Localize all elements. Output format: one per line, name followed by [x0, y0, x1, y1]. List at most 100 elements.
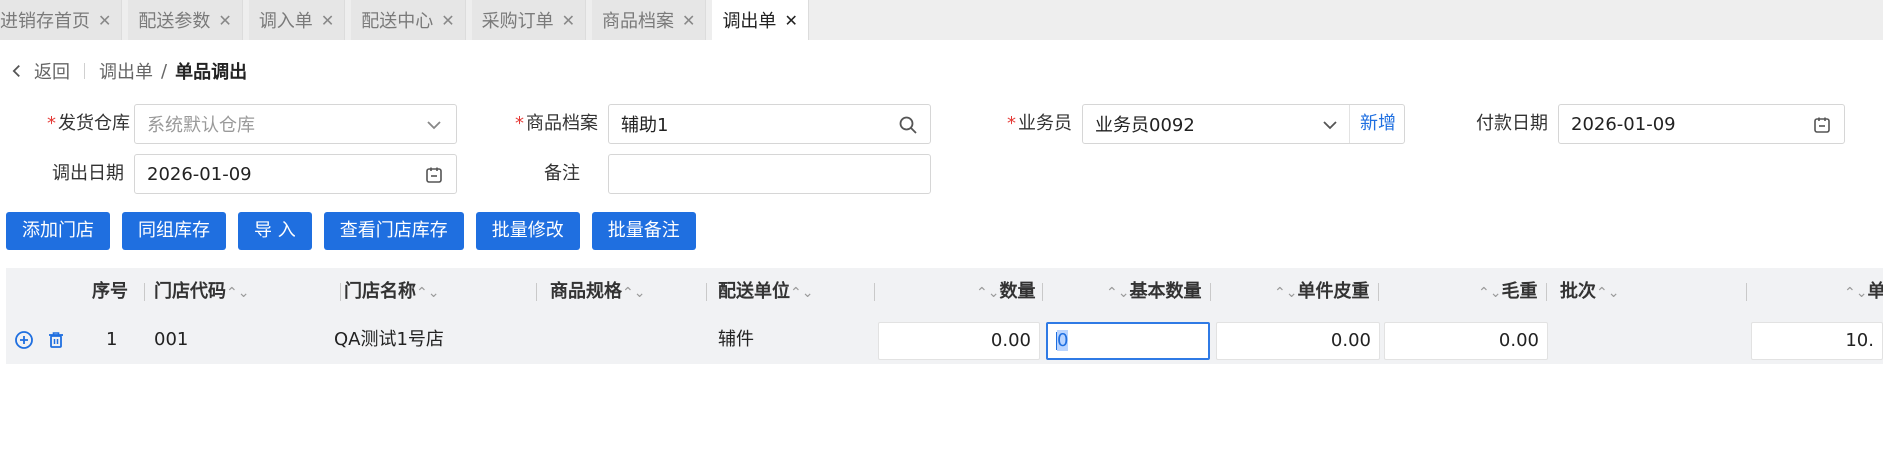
- salesman-value: 业务员0092: [1095, 115, 1195, 136]
- breadcrumb-current: 单品调出: [175, 62, 248, 83]
- back-link[interactable]: 返回: [34, 58, 70, 84]
- sort-icon[interactable]: ⌃⌄: [622, 285, 645, 301]
- col-qty[interactable]: ⌃⌄数量: [976, 268, 1035, 316]
- breadcrumb-parent[interactable]: 调出单: [99, 58, 153, 84]
- close-icon[interactable]: ✕: [441, 11, 454, 30]
- gross-input[interactable]: 0.00: [1384, 322, 1548, 360]
- out-date-picker[interactable]: 2026-01-09: [134, 154, 457, 194]
- tab-product-archive[interactable]: 商品档案 ✕: [592, 0, 707, 40]
- sort-icon[interactable]: ⌃⌄: [416, 285, 439, 301]
- sort-icon[interactable]: ⌃⌄: [1596, 285, 1619, 301]
- view-store-stock-button[interactable]: 查看门店库存: [323, 212, 464, 250]
- same-group-stock-button[interactable]: 同组库存: [122, 212, 226, 250]
- divider: [1378, 283, 1379, 301]
- tab-label: 调入单: [258, 11, 313, 32]
- required-mark: *: [1007, 113, 1016, 134]
- sort-icon[interactable]: ⌃⌄: [226, 285, 249, 301]
- tab-inventory-home[interactable]: 进销存首页 ✕: [0, 0, 123, 40]
- warehouse-select[interactable]: 系统默认仓库: [134, 104, 457, 144]
- col-batch[interactable]: 批次⌃⌄: [1560, 268, 1619, 316]
- pay-date-value: 2026-01-09: [1571, 113, 1676, 135]
- tab-transfer-in[interactable]: 调入单 ✕: [248, 0, 346, 40]
- col-base-qty[interactable]: ⌃⌄基本数量: [1106, 268, 1201, 316]
- divider: [536, 283, 537, 301]
- sort-icon[interactable]: ⌃⌄: [1274, 285, 1297, 301]
- cell-store-code: 001: [154, 329, 189, 350]
- qty-input[interactable]: 0.00: [878, 322, 1040, 360]
- remark-label: 备注: [544, 163, 580, 184]
- required-mark: *: [515, 113, 524, 134]
- col-store-code[interactable]: 门店代码⌃⌄: [154, 268, 249, 316]
- col-price[interactable]: ⌃⌄单: [1844, 268, 1883, 316]
- divider: [340, 283, 341, 301]
- chevron-down-icon: [427, 121, 441, 130]
- tare-input[interactable]: 0.00: [1216, 322, 1380, 360]
- col-seq: 序号: [92, 281, 128, 302]
- cell-unit: 辅件: [718, 329, 754, 350]
- cell-store-name: QA测试1号店: [334, 329, 444, 350]
- add-circle-icon[interactable]: [14, 330, 34, 350]
- calendar-icon[interactable]: [1812, 115, 1832, 135]
- store-table: 序号 门店代码⌃⌄ 门店名称⌃⌄ 商品规格⌃⌄ 配送单位⌃⌄ ⌃⌄数量 ⌃⌄基本…: [6, 268, 1883, 364]
- cell-seq: 1: [106, 329, 118, 350]
- close-icon[interactable]: ✕: [784, 11, 797, 30]
- breadcrumb-separator: /: [161, 60, 168, 82]
- warehouse-label: * 发货仓库: [47, 113, 130, 134]
- add-store-button[interactable]: 添加门店: [6, 212, 110, 250]
- salesman-select[interactable]: 业务员0092 新增: [1082, 104, 1405, 144]
- divider: [84, 63, 85, 79]
- tab-label: 调出单: [722, 11, 777, 32]
- tab-purchase-order[interactable]: 采购订单 ✕: [471, 0, 587, 40]
- calendar-icon[interactable]: [424, 165, 444, 185]
- pay-date-picker[interactable]: 2026-01-09: [1558, 104, 1845, 144]
- col-unit[interactable]: 配送单位⌃⌄: [718, 268, 813, 316]
- base-qty-input[interactable]: 0: [1046, 322, 1210, 360]
- sort-icon[interactable]: ⌃⌄: [1106, 285, 1129, 301]
- tab-label: 配送参数: [138, 11, 211, 32]
- sort-icon[interactable]: ⌃⌄: [1844, 285, 1867, 301]
- trash-icon[interactable]: [46, 330, 66, 350]
- base-qty-value: 0: [1057, 330, 1069, 351]
- product-input[interactable]: 辅助1: [608, 104, 931, 144]
- product-label: * 商品档案: [515, 113, 598, 134]
- import-button[interactable]: 导 入: [238, 212, 312, 250]
- add-salesman-link[interactable]: 新增: [1349, 105, 1396, 143]
- tab-delivery-params[interactable]: 配送参数 ✕: [128, 0, 243, 40]
- table-header: 序号 门店代码⌃⌄ 门店名称⌃⌄ 商品规格⌃⌄ 配送单位⌃⌄ ⌃⌄数量 ⌃⌄基本…: [6, 268, 1883, 316]
- tab-label: 采购订单: [481, 11, 554, 32]
- col-spec[interactable]: 商品规格⌃⌄: [550, 268, 645, 316]
- sort-icon[interactable]: ⌃⌄: [790, 285, 813, 301]
- divider: [1042, 283, 1043, 301]
- tab-label: 配送中心: [361, 11, 434, 32]
- divider: [874, 283, 875, 301]
- divider: [144, 283, 145, 301]
- product-value: 辅助1: [621, 115, 669, 136]
- pay-date-label: 付款日期: [1476, 113, 1548, 134]
- form-row-1: * 发货仓库 系统默认仓库 * 商品档案 辅助1 * 业务员 业务员0092 新增 付…: [0, 104, 1883, 144]
- batch-remark-button[interactable]: 批量备注: [591, 212, 696, 250]
- close-icon[interactable]: ✕: [321, 11, 334, 30]
- divider: [706, 283, 707, 301]
- chevron-left-icon[interactable]: [8, 62, 26, 80]
- close-icon[interactable]: ✕: [562, 11, 575, 30]
- tab-transfer-out[interactable]: 调出单 ✕: [712, 0, 809, 40]
- sort-icon[interactable]: ⌃⌄: [1478, 285, 1501, 301]
- table-row[interactable]: 1 001 QA测试1号店 辅件 0.00 0 0.00 0.00 10.: [6, 316, 1883, 364]
- col-tare[interactable]: ⌃⌄单件皮重: [1274, 268, 1369, 316]
- tab-distribution-center[interactable]: 配送中心 ✕: [351, 0, 466, 40]
- divider: [1210, 283, 1211, 301]
- close-icon[interactable]: ✕: [682, 11, 695, 30]
- batch-edit-button[interactable]: 批量修改: [475, 212, 580, 250]
- price-input[interactable]: 10.: [1751, 322, 1883, 360]
- sort-icon[interactable]: ⌃⌄: [976, 285, 999, 301]
- divider: [1746, 283, 1747, 301]
- close-icon[interactable]: ✕: [218, 11, 231, 30]
- col-gross[interactable]: ⌃⌄毛重: [1478, 268, 1537, 316]
- divider: [1546, 283, 1547, 301]
- remark-input[interactable]: [608, 154, 931, 194]
- col-store-name[interactable]: 门店名称⌃⌄: [344, 268, 439, 316]
- required-mark: *: [47, 113, 56, 134]
- out-date-label: 调出日期: [52, 163, 124, 184]
- close-icon[interactable]: ✕: [98, 11, 111, 30]
- search-icon[interactable]: [898, 115, 918, 135]
